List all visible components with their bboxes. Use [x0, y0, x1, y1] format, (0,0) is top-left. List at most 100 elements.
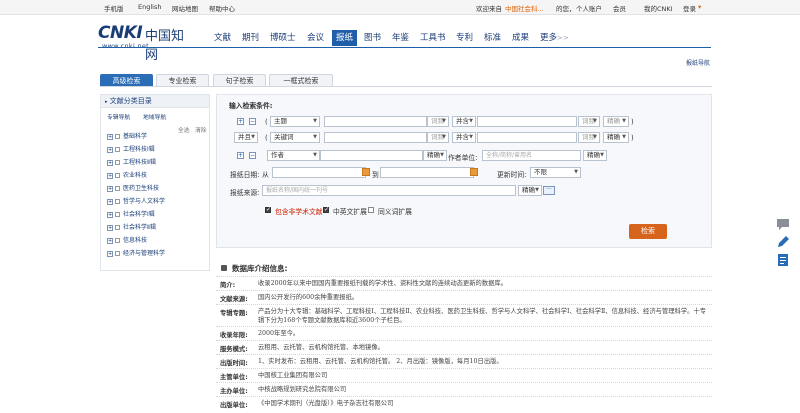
date-to-input[interactable]: [380, 167, 474, 178]
source-input[interactable]: 报纸名称/国内统一刊号: [262, 185, 516, 196]
category-item[interactable]: + 医药卫生科技: [107, 184, 159, 194]
chevron-down-icon[interactable]: ▾: [698, 3, 701, 11]
sitemap-link[interactable]: 网站地图: [172, 3, 198, 13]
comment-icon[interactable]: [775, 216, 791, 232]
more-options-icon[interactable]: ···: [543, 186, 555, 195]
expand-icon[interactable]: +: [107, 172, 113, 179]
note-icon[interactable]: [775, 252, 791, 268]
expand-icon[interactable]: +: [107, 159, 113, 166]
nav-item-standard[interactable]: 标准: [484, 30, 501, 46]
nav-item-more[interactable]: 更多>>: [540, 30, 569, 46]
category-checkbox[interactable]: [115, 251, 120, 256]
nav-item-yearbook[interactable]: 年鉴: [392, 30, 409, 46]
tab-sentence-search[interactable]: 句子检索: [213, 74, 266, 86]
calendar-icon[interactable]: [362, 168, 370, 176]
my-cnki-link[interactable]: 我的CNKI: [644, 3, 673, 13]
cnki-logo[interactable]: CNKI 中国知网 www.cnki.net: [98, 23, 193, 63]
source-match-select[interactable]: 精确 ▼: [518, 185, 542, 196]
pen-icon[interactable]: [775, 234, 791, 250]
calendar-icon[interactable]: [470, 168, 478, 176]
author-unit-input[interactable]: 全称/简称/曾用名: [482, 150, 581, 161]
category-checkbox[interactable]: [115, 225, 120, 230]
select-all-link[interactable]: 全选: [178, 125, 190, 134]
category-checkbox[interactable]: [115, 160, 120, 165]
add-row-icon[interactable]: +: [237, 118, 244, 125]
org-link[interactable]: 中国社会科...: [505, 3, 544, 13]
category-nav-link[interactable]: 专辑导航: [107, 112, 130, 121]
freq-select-1[interactable]: 词频 ▼: [427, 116, 449, 127]
logic-select-2[interactable]: 并含 ▼: [452, 132, 476, 143]
remove-row-icon[interactable]: −: [249, 118, 256, 125]
tab-single-box-search[interactable]: 一框式检索: [269, 74, 333, 86]
non-academic-checkbox[interactable]: [265, 206, 271, 213]
author-input[interactable]: [320, 150, 423, 161]
author-field-select[interactable]: 作者 ▼: [267, 150, 320, 161]
breadcrumb[interactable]: 报纸导航: [686, 58, 710, 67]
category-item[interactable]: + 信息科技: [107, 236, 147, 246]
search-button[interactable]: 检索: [629, 224, 667, 239]
keyword-input-2[interactable]: [324, 132, 427, 143]
expand-icon[interactable]: +: [107, 198, 113, 205]
help-link[interactable]: 帮助中心: [209, 3, 235, 13]
category-item[interactable]: + 哲学与人文科学: [107, 197, 165, 207]
synonym-expand-label[interactable]: 同义词扩展: [378, 206, 412, 216]
expand-icon[interactable]: +: [107, 250, 113, 257]
field-select-2[interactable]: 关键词 ▼: [270, 132, 320, 143]
remove-row-icon[interactable]: −: [249, 152, 256, 159]
freq-select-2[interactable]: 词频 ▼: [427, 132, 449, 143]
category-checkbox[interactable]: [115, 147, 120, 152]
personal-account-link[interactable]: 个人账户: [576, 3, 602, 13]
author-match-select[interactable]: 精确 ▼: [423, 150, 447, 161]
member-link[interactable]: 会员: [613, 3, 626, 13]
login-link[interactable]: 登录: [683, 3, 696, 13]
clear-link[interactable]: 清除: [195, 125, 207, 134]
date-from-input[interactable]: [272, 167, 366, 178]
category-item[interactable]: + 社会科学Ⅱ辑: [107, 223, 156, 233]
expand-icon[interactable]: +: [107, 185, 113, 192]
synonym-expand-checkbox[interactable]: [368, 207, 374, 213]
expand-icon[interactable]: +: [107, 224, 113, 231]
update-time-select[interactable]: 不限 ▼: [530, 167, 581, 178]
cn-en-expand-label[interactable]: 中英文扩展: [333, 206, 367, 216]
non-academic-label[interactable]: 包含非学术文献: [275, 206, 323, 216]
category-item[interactable]: + 基础科学: [107, 132, 147, 142]
nav-item-conference[interactable]: 会议: [307, 30, 324, 46]
cn-en-expand-checkbox[interactable]: [323, 206, 329, 213]
match-select-1[interactable]: 精确 ▼: [603, 116, 629, 127]
nav-item-reference[interactable]: 工具书: [420, 30, 446, 46]
region-nav-link[interactable]: 地域导航: [143, 112, 166, 121]
logic-select-1[interactable]: 并含 ▼: [452, 116, 476, 127]
category-checkbox[interactable]: [115, 134, 120, 139]
category-item[interactable]: + 农业科技: [107, 171, 147, 181]
tab-professional-search[interactable]: 专业检索: [156, 74, 209, 86]
english-link[interactable]: English: [138, 3, 161, 11]
category-item[interactable]: + 社会科学Ⅰ辑: [107, 210, 155, 220]
keyword-input-1[interactable]: [324, 116, 427, 127]
freq-select-2b[interactable]: 词频 ▼: [578, 132, 600, 143]
field-select-1[interactable]: 主题 ▼: [270, 116, 320, 127]
mobile-link[interactable]: 手机版: [104, 3, 124, 13]
nav-item-newspaper[interactable]: 报纸: [332, 30, 358, 46]
category-checkbox[interactable]: [115, 173, 120, 178]
add-row-icon[interactable]: +: [237, 152, 244, 159]
nav-item-book[interactable]: 图书: [364, 30, 381, 46]
nav-item-thesis[interactable]: 博硕士: [270, 30, 296, 46]
expand-icon[interactable]: +: [107, 133, 113, 140]
category-item[interactable]: + 经济与管理科学: [107, 249, 165, 259]
unit-match-select[interactable]: 精确 ▼: [583, 150, 607, 161]
expand-icon[interactable]: +: [107, 237, 113, 244]
nav-item-journal[interactable]: 期刊: [242, 30, 259, 46]
row-operator-select-2[interactable]: 并且 ▼: [234, 132, 258, 143]
expand-icon[interactable]: +: [107, 146, 113, 153]
keyword-input-2b[interactable]: [477, 132, 577, 143]
nav-item-achievement[interactable]: 成果: [512, 30, 529, 46]
tab-advanced-search[interactable]: 高级检索: [100, 74, 153, 86]
category-item[interactable]: + 工程科技Ⅰ辑: [107, 145, 155, 155]
match-select-2[interactable]: 精确 ▼: [603, 132, 629, 143]
keyword-input-1b[interactable]: [477, 116, 577, 127]
expand-icon[interactable]: +: [107, 211, 113, 218]
nav-item-literature[interactable]: 文献: [214, 30, 231, 46]
category-checkbox[interactable]: [115, 238, 120, 243]
freq-select-1b[interactable]: 词频 ▼: [578, 116, 600, 127]
category-checkbox[interactable]: [115, 212, 120, 217]
